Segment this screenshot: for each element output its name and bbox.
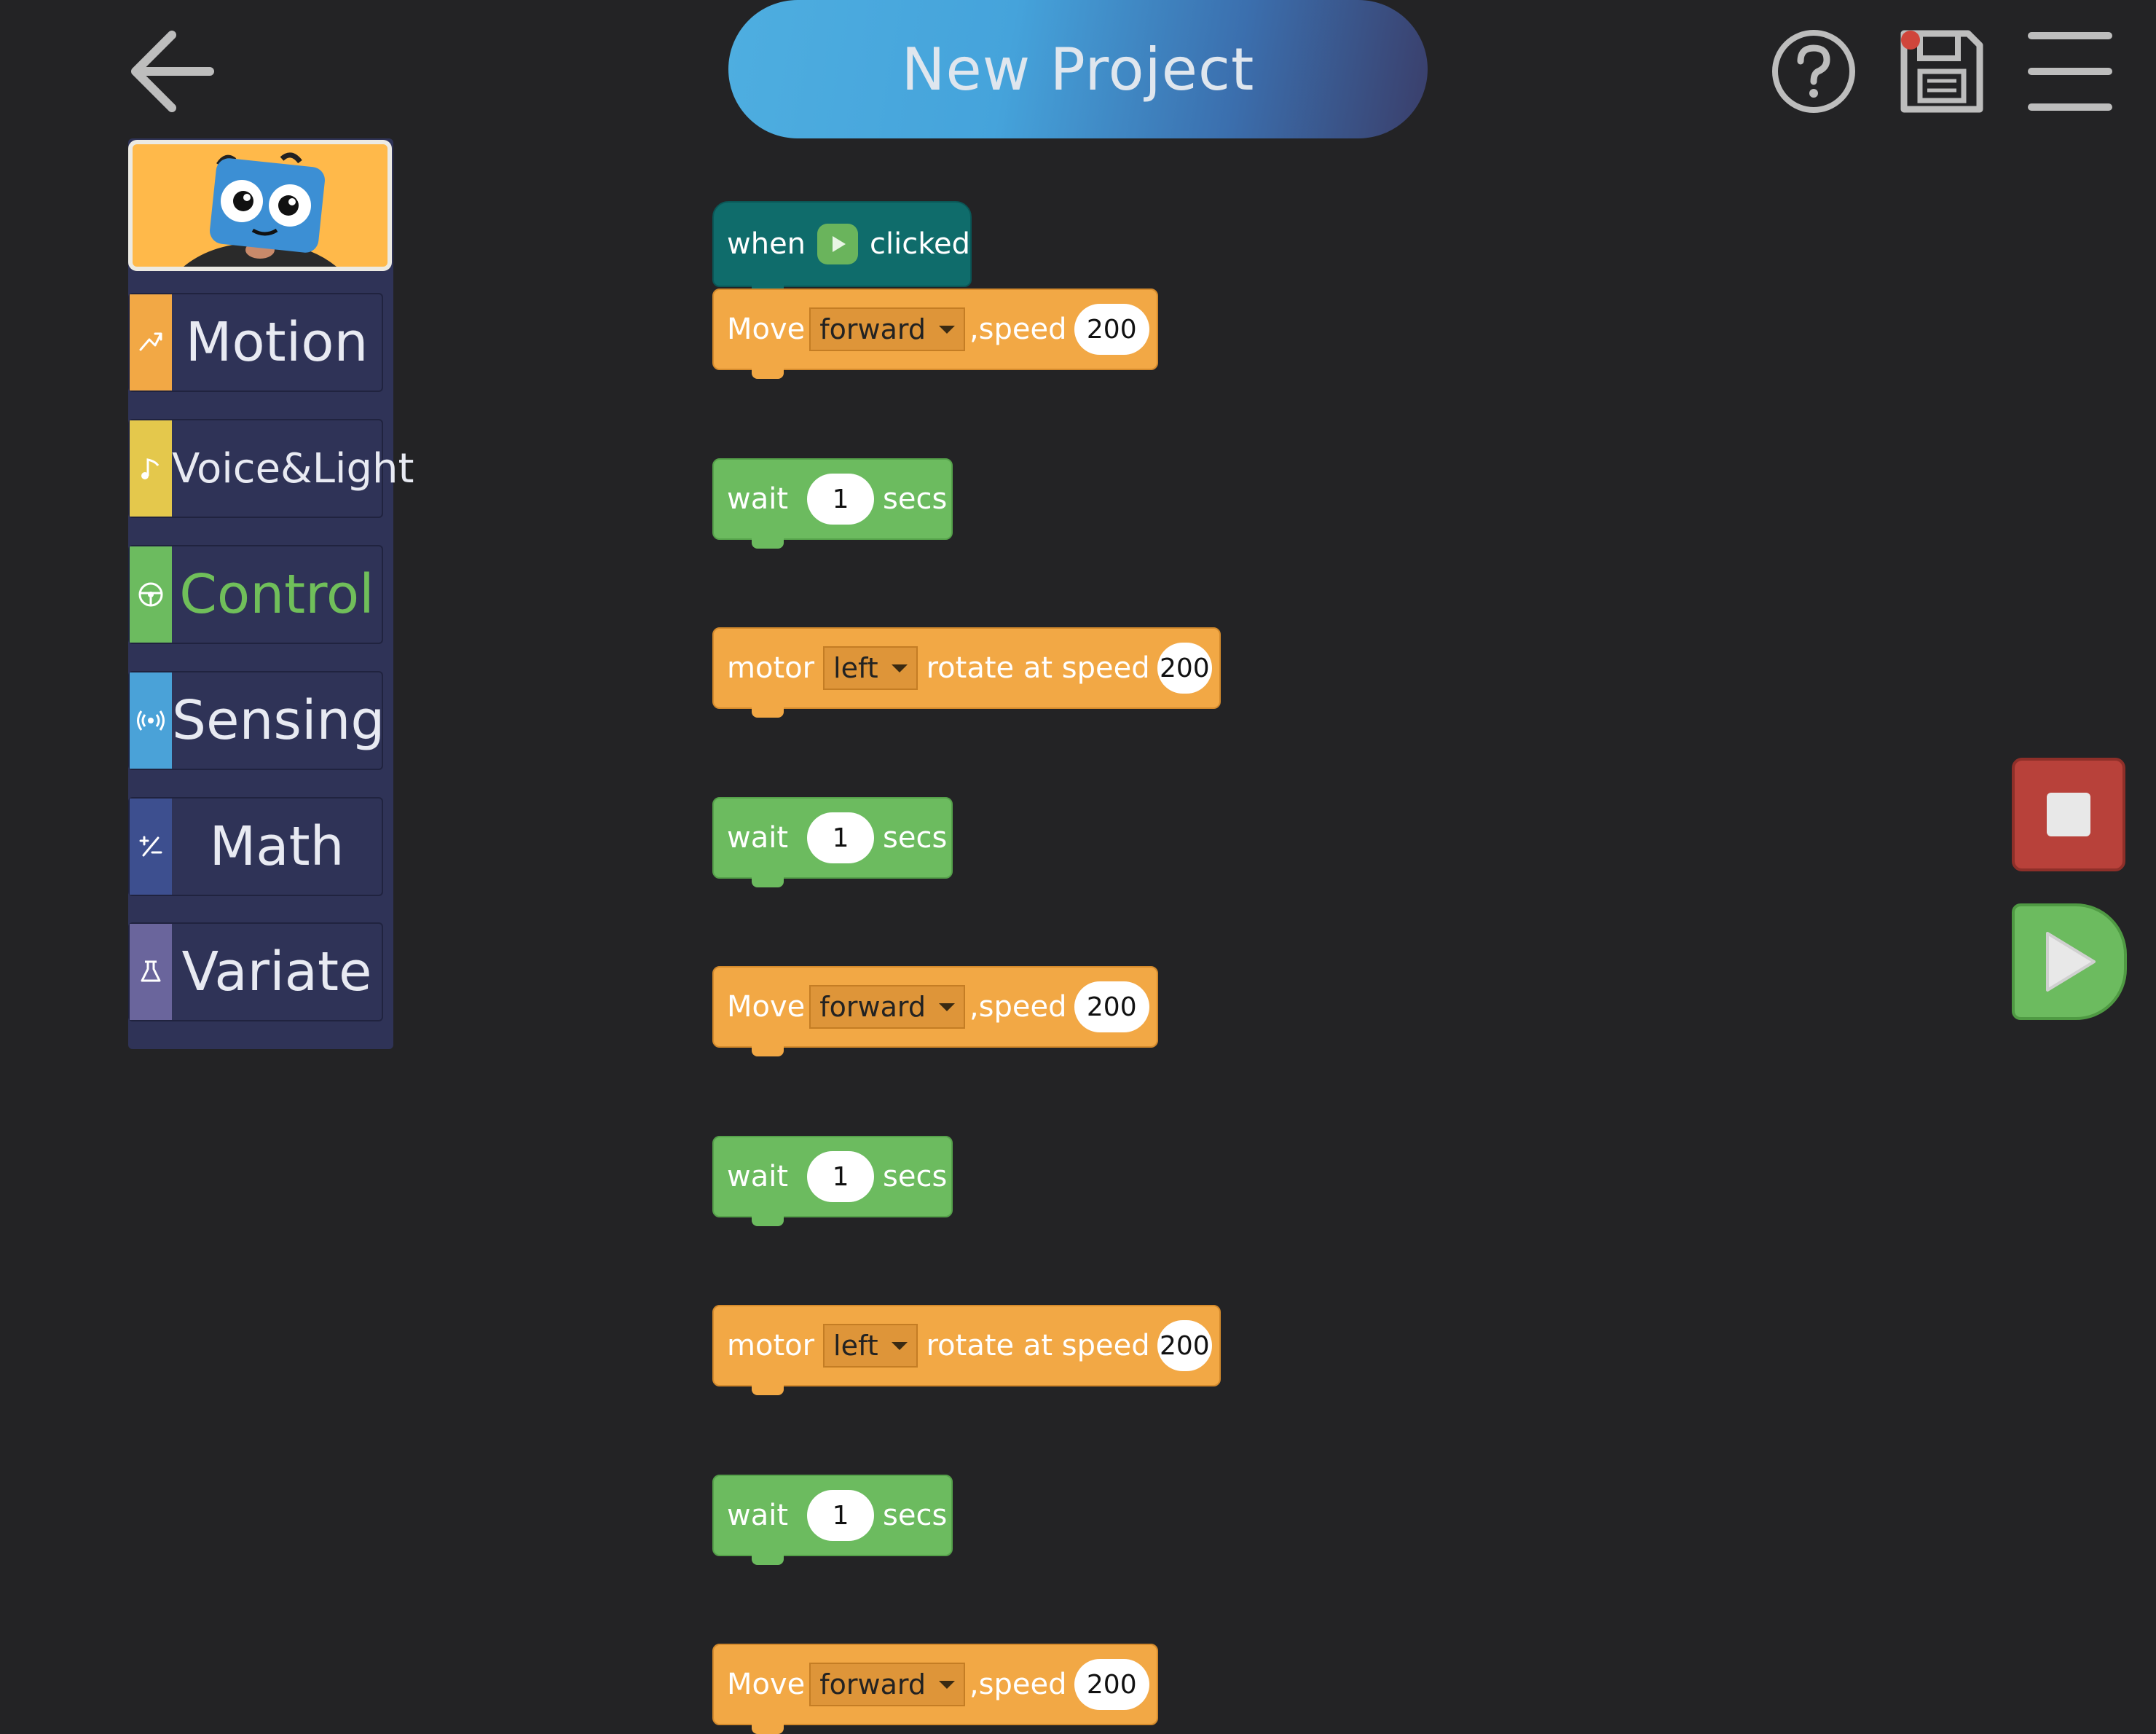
- direction-dropdown[interactable]: forward: [809, 1663, 965, 1706]
- motor-rotate-block[interactable]: motor left rotate at speed 200: [712, 1305, 1221, 1395]
- back-button[interactable]: [124, 26, 219, 117]
- wait-label: wait: [727, 1160, 789, 1193]
- category-label: Math: [209, 815, 345, 878]
- direction-value: forward: [819, 991, 926, 1023]
- help-icon: [1772, 30, 1855, 113]
- robot-avatar[interactable]: [128, 140, 392, 271]
- dropdown-caret-icon: [891, 1341, 908, 1350]
- wait-label: wait: [727, 821, 789, 855]
- speed-input[interactable]: 200: [1157, 1320, 1212, 1371]
- rotate-at-speed-label: rotate at speed: [926, 651, 1150, 685]
- speed-input[interactable]: 200: [1074, 304, 1149, 355]
- sidebar-category-motion[interactable]: Motion: [128, 293, 383, 392]
- stop-square-icon: [2047, 793, 2090, 836]
- signal-icon: [130, 672, 172, 769]
- project-title-pill[interactable]: New Project: [728, 0, 1428, 138]
- wait-block[interactable]: wait 1 secs: [712, 797, 953, 887]
- block-notch: [752, 1216, 784, 1226]
- stop-button[interactable]: [2012, 758, 2125, 871]
- move-label: Move: [727, 1668, 806, 1701]
- move-label: Move: [727, 313, 806, 346]
- speed-input[interactable]: 200: [1074, 981, 1149, 1032]
- category-label: Voice&Light: [172, 444, 414, 493]
- block-notch: [752, 538, 784, 549]
- wait-block[interactable]: wait 1 secs: [712, 1136, 953, 1226]
- secs-label: secs: [883, 1160, 948, 1193]
- menu-button[interactable]: [2026, 29, 2114, 114]
- block-notch: [752, 877, 784, 887]
- direction-dropdown[interactable]: forward: [809, 985, 965, 1029]
- green-flag-icon: [817, 224, 859, 264]
- category-label: Control: [179, 563, 374, 626]
- dropdown-caret-icon: [938, 325, 955, 334]
- sidebar-category-sensing[interactable]: Sensing: [128, 671, 385, 770]
- unsaved-indicator-dot: [1901, 31, 1920, 50]
- block-notch: [752, 707, 784, 718]
- rotate-at-speed-label: rotate at speed: [926, 1329, 1150, 1362]
- speed-input[interactable]: 200: [1074, 1659, 1149, 1710]
- robot-mascot-icon: [184, 152, 337, 267]
- speed-input[interactable]: 200: [1157, 643, 1212, 694]
- wait-block[interactable]: wait 1 secs: [712, 458, 953, 549]
- motor-side-dropdown[interactable]: left: [823, 1324, 918, 1368]
- seconds-input[interactable]: 1: [807, 474, 875, 525]
- sidebar-category-voice-light[interactable]: Voice&Light: [128, 419, 414, 518]
- category-label: Motion: [185, 311, 369, 374]
- wait-label: wait: [727, 482, 789, 516]
- secs-label: secs: [883, 821, 948, 855]
- block-notch: [752, 1046, 784, 1056]
- dropdown-caret-icon: [938, 1680, 955, 1689]
- category-label: Variate: [181, 941, 372, 1003]
- direction-dropdown[interactable]: forward: [809, 307, 965, 351]
- run-button[interactable]: [2012, 903, 2127, 1020]
- block-notch: [752, 1724, 784, 1734]
- hamburger-menu-icon: [2028, 32, 2112, 111]
- sidebar-category-control[interactable]: Control: [128, 545, 383, 644]
- motion-icon: [130, 294, 172, 391]
- math-icon: [130, 799, 172, 895]
- motor-label: motor: [727, 651, 815, 685]
- speed-label: ,speed: [969, 990, 1067, 1024]
- block-notch: [752, 369, 784, 379]
- help-button[interactable]: [1770, 28, 1857, 115]
- motor-side-value: left: [833, 652, 878, 684]
- music-note-icon: [130, 420, 172, 517]
- motor-side-dropdown[interactable]: left: [823, 646, 918, 690]
- when-label: when: [727, 227, 806, 261]
- block-notch: [752, 1385, 784, 1395]
- move-block[interactable]: Move forward ,speed 200: [712, 1644, 1158, 1734]
- move-block[interactable]: Move forward ,speed 200: [712, 966, 1158, 1056]
- when-flag-clicked-block[interactable]: when clicked: [712, 201, 972, 296]
- wait-label: wait: [727, 1499, 789, 1532]
- motor-rotate-block[interactable]: motor left rotate at speed 200: [712, 627, 1221, 718]
- seconds-input[interactable]: 1: [807, 1151, 875, 1202]
- sidebar-category-math[interactable]: Math: [128, 797, 383, 896]
- secs-label: secs: [883, 482, 948, 516]
- seconds-input[interactable]: 1: [807, 812, 875, 863]
- clicked-label: clicked: [870, 227, 970, 261]
- dropdown-caret-icon: [891, 664, 908, 672]
- sidebar-category-variate[interactable]: Variate: [128, 922, 383, 1021]
- move-block[interactable]: Move forward ,speed 200: [712, 289, 1158, 379]
- wait-block[interactable]: wait 1 secs: [712, 1475, 953, 1565]
- move-label: Move: [727, 990, 806, 1024]
- secs-label: secs: [883, 1499, 948, 1532]
- block-notch: [752, 1555, 784, 1565]
- arrow-left-icon: [131, 31, 214, 112]
- speed-label: ,speed: [969, 313, 1067, 346]
- direction-value: forward: [819, 1668, 926, 1700]
- dropdown-caret-icon: [938, 1003, 955, 1011]
- seconds-input[interactable]: 1: [807, 1490, 875, 1541]
- speed-label: ,speed: [969, 1668, 1067, 1701]
- play-icon: [2046, 932, 2096, 992]
- motor-label: motor: [727, 1329, 815, 1362]
- project-title: New Project: [901, 35, 1255, 103]
- flask-icon: [130, 924, 172, 1020]
- direction-value: forward: [819, 313, 926, 345]
- category-label: Sensing: [172, 689, 385, 752]
- steering-wheel-icon: [130, 546, 172, 643]
- motor-side-value: left: [833, 1330, 878, 1362]
